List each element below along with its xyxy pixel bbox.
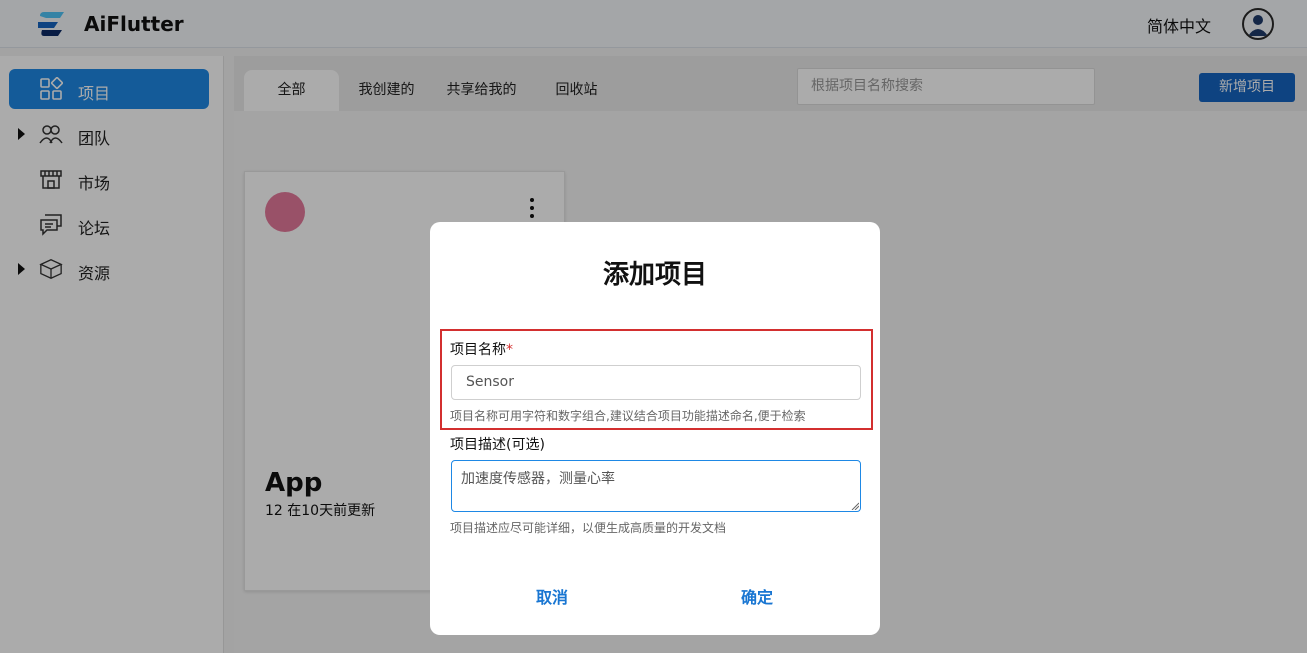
project-name-label-text: 项目名称 [450, 342, 506, 358]
project-description-input[interactable]: 加速度传感器，测量心率 [451, 460, 861, 512]
confirm-button[interactable]: 确定 [741, 584, 773, 608]
resize-handle-icon[interactable] [851, 502, 859, 510]
required-mark: * [506, 342, 513, 358]
add-project-dialog: 添加项目 项目名称* Sensor 项目名称可用字符和数字组合,建议结合项目功能… [430, 222, 880, 635]
cancel-button[interactable]: 取消 [536, 584, 568, 608]
dialog-title: 添加项目 [602, 260, 707, 290]
project-name-hint: 项目名称可用字符和数字组合,建议结合项目功能描述命名,便于检索 [450, 409, 806, 423]
project-name-input[interactable]: Sensor [451, 365, 861, 400]
project-description-label: 项目描述(可选) [450, 437, 545, 453]
project-name-label: 项目名称* [450, 339, 513, 359]
project-description-hint: 项目描述应尽可能详细，以便生成高质量的开发文档 [450, 521, 727, 535]
